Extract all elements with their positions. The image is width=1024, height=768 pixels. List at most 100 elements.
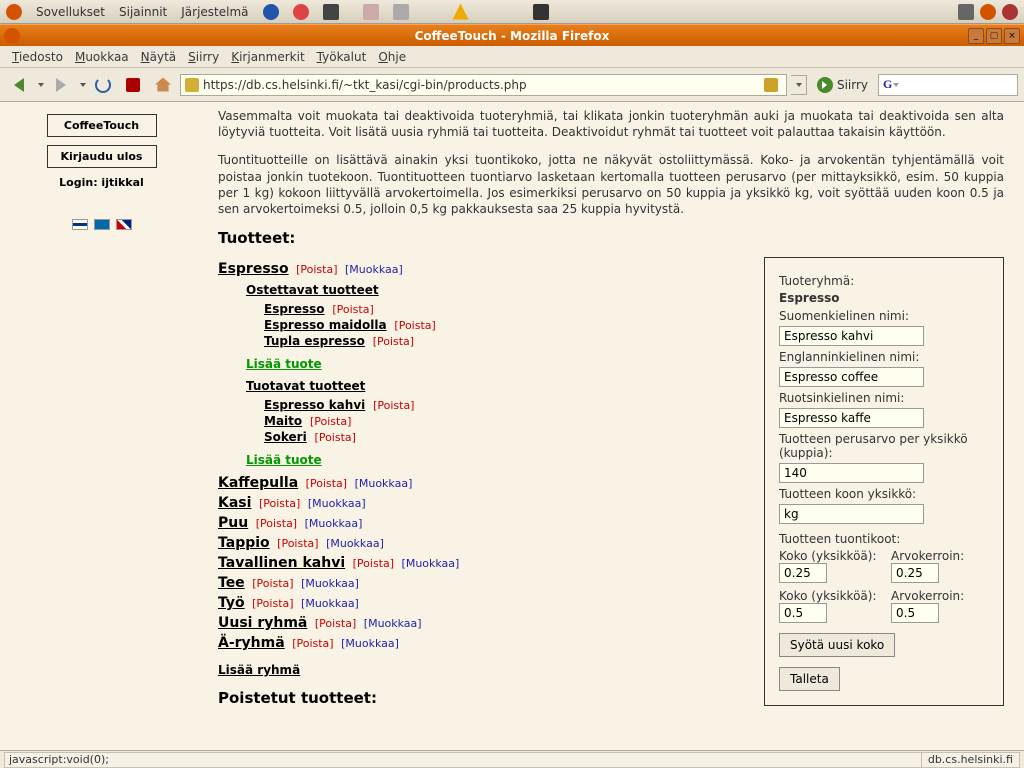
language-flags bbox=[8, 219, 195, 230]
group-link[interactable]: Kaffepulla bbox=[218, 475, 298, 491]
group-link[interactable]: Tee bbox=[218, 575, 245, 591]
close-button[interactable]: × bbox=[1004, 28, 1020, 44]
volume-icon[interactable] bbox=[958, 4, 974, 20]
edit-link[interactable]: [Muokkaa] bbox=[301, 577, 359, 590]
delete-link[interactable]: [Poista] bbox=[394, 319, 435, 332]
app-name-box[interactable]: CoffeeTouch bbox=[47, 114, 157, 137]
menu-help[interactable]: Ohje bbox=[374, 48, 410, 66]
delete-link[interactable]: [Poista] bbox=[259, 497, 300, 510]
logout-button[interactable]: Kirjaudu ulos bbox=[47, 145, 157, 168]
delete-link[interactable]: [Poista] bbox=[353, 557, 394, 570]
delete-link[interactable]: [Poista] bbox=[373, 399, 414, 412]
search-box[interactable]: G bbox=[878, 74, 1018, 96]
forward-history-dropdown[interactable] bbox=[80, 83, 86, 87]
form-sv-input[interactable] bbox=[779, 408, 924, 428]
edit-link[interactable]: [Muokkaa] bbox=[341, 637, 399, 650]
delete-link[interactable]: [Poista] bbox=[332, 303, 373, 316]
folder-icon[interactable] bbox=[363, 4, 379, 20]
form-en-input[interactable] bbox=[779, 367, 924, 387]
camera-icon[interactable] bbox=[323, 4, 339, 20]
url-history-dropdown[interactable] bbox=[791, 75, 807, 95]
lock-icon bbox=[185, 78, 199, 92]
globe-icon[interactable] bbox=[263, 4, 279, 20]
group-link[interactable]: Tappio bbox=[218, 535, 270, 551]
back-history-dropdown[interactable] bbox=[38, 83, 44, 87]
delete-link[interactable]: [Poista] bbox=[373, 335, 414, 348]
form-fi-input[interactable] bbox=[779, 326, 924, 346]
menu-file[interactable]: Tiedosto bbox=[8, 48, 67, 66]
size1-koko-input[interactable] bbox=[779, 563, 827, 583]
menu-tools[interactable]: Työkalut bbox=[313, 48, 371, 66]
places-menu[interactable]: Sijainnit bbox=[119, 5, 167, 19]
group-link[interactable]: Ä-ryhmä bbox=[218, 635, 285, 651]
group-espresso[interactable]: Espresso bbox=[218, 261, 289, 277]
menu-go[interactable]: Siirry bbox=[184, 48, 223, 66]
stop-button[interactable] bbox=[120, 72, 146, 98]
delete-link[interactable]: [Poista] bbox=[296, 263, 337, 276]
add-size-button[interactable]: Syötä uusi koko bbox=[779, 633, 895, 657]
product-item[interactable]: Tupla espresso bbox=[264, 334, 365, 348]
edit-link[interactable]: [Muokkaa] bbox=[326, 537, 384, 550]
form-unit-input[interactable] bbox=[779, 504, 924, 524]
delete-link[interactable]: [Poista] bbox=[256, 517, 297, 530]
edit-link[interactable]: [Muokkaa] bbox=[355, 477, 413, 490]
delete-link[interactable]: [Poista] bbox=[310, 415, 351, 428]
add-product-ostettavat[interactable]: Lisää tuote bbox=[246, 357, 746, 371]
flag-se-icon[interactable] bbox=[94, 219, 110, 230]
group-link[interactable]: Kasi bbox=[218, 495, 251, 511]
product-item[interactable]: Espresso maidolla bbox=[264, 318, 387, 332]
help-icon[interactable] bbox=[293, 4, 309, 20]
delete-link[interactable]: [Poista] bbox=[306, 477, 347, 490]
size2-koko-input[interactable] bbox=[779, 603, 827, 623]
terminal-icon[interactable] bbox=[533, 4, 549, 20]
applications-menu[interactable]: Sovellukset bbox=[36, 5, 105, 19]
menu-view[interactable]: Näytä bbox=[137, 48, 181, 66]
go-button[interactable]: Siirry bbox=[817, 77, 868, 93]
form-base-input[interactable] bbox=[779, 463, 924, 483]
group-link[interactable]: Työ bbox=[218, 595, 245, 611]
edit-link[interactable]: [Muokkaa] bbox=[345, 263, 403, 276]
flag-gb-icon[interactable] bbox=[116, 219, 132, 230]
system-menu[interactable]: Järjestelmä bbox=[181, 5, 248, 19]
form-group-value: Espresso bbox=[779, 291, 989, 305]
size1-arvo-input[interactable] bbox=[891, 563, 939, 583]
reload-button[interactable] bbox=[90, 72, 116, 98]
delete-link[interactable]: [Poista] bbox=[252, 597, 293, 610]
edit-link[interactable]: [Muokkaa] bbox=[308, 497, 366, 510]
network-icon[interactable] bbox=[980, 4, 996, 20]
edit-link[interactable]: [Muokkaa] bbox=[305, 517, 363, 530]
ubuntu-logo[interactable] bbox=[6, 4, 22, 20]
flag-fi-icon[interactable] bbox=[72, 219, 88, 230]
add-product-tuotavat[interactable]: Lisää tuote bbox=[246, 453, 746, 467]
group-link[interactable]: Puu bbox=[218, 515, 248, 531]
url-bar[interactable]: https://db.cs.helsinki.fi/~tkt_kasi/cgi-… bbox=[180, 74, 787, 96]
back-button[interactable] bbox=[6, 72, 32, 98]
menu-edit[interactable]: Muokkaa bbox=[71, 48, 133, 66]
delete-link[interactable]: [Poista] bbox=[315, 431, 356, 444]
home-button[interactable] bbox=[150, 72, 176, 98]
product-item[interactable]: Maito bbox=[264, 414, 302, 428]
warning-icon[interactable] bbox=[453, 4, 469, 20]
sidebar: CoffeeTouch Kirjaudu ulos Login: ijtikka… bbox=[0, 102, 204, 750]
power-icon[interactable] bbox=[1002, 4, 1018, 20]
minimize-button[interactable]: _ bbox=[968, 28, 984, 44]
size2-arvo-input[interactable] bbox=[891, 603, 939, 623]
menu-bookmarks[interactable]: Kirjanmerkit bbox=[227, 48, 308, 66]
delete-link[interactable]: [Poista] bbox=[252, 577, 293, 590]
search-engine-icon[interactable]: G bbox=[883, 77, 892, 92]
product-item[interactable]: Espresso kahvi bbox=[264, 398, 365, 412]
group-link[interactable]: Uusi ryhmä bbox=[218, 615, 307, 631]
save-button[interactable]: Talleta bbox=[779, 667, 840, 691]
group-link[interactable]: Tavallinen kahvi bbox=[218, 555, 345, 571]
product-item[interactable]: Sokeri bbox=[264, 430, 307, 444]
maximize-button[interactable]: ▢ bbox=[986, 28, 1002, 44]
edit-link[interactable]: [Muokkaa] bbox=[402, 557, 460, 570]
edit-link[interactable]: [Muokkaa] bbox=[301, 597, 359, 610]
delete-link[interactable]: [Poista] bbox=[315, 617, 356, 630]
app-icon[interactable] bbox=[393, 4, 409, 20]
delete-link[interactable]: [Poista] bbox=[277, 537, 318, 550]
edit-link[interactable]: [Muokkaa] bbox=[364, 617, 422, 630]
delete-link[interactable]: [Poista] bbox=[292, 637, 333, 650]
product-item[interactable]: Espresso bbox=[264, 302, 325, 316]
add-group-link[interactable]: Lisää ryhmä bbox=[218, 663, 746, 677]
